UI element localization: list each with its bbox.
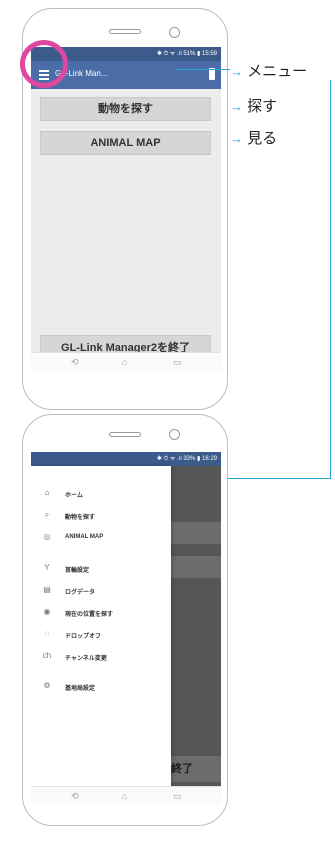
annotation-search: → 探す — [230, 95, 277, 116]
channel-icon: ch — [42, 651, 52, 660]
dimmed-exit-button: 終了 — [171, 756, 221, 782]
right-arrow-icon: → — [230, 131, 243, 146]
right-arrow-icon: → — [230, 99, 243, 114]
annotation-view: → 見る — [230, 127, 277, 148]
status-bar: ✱ ⏱ ᯤ .ıl 33% ▮ 16:29 — [31, 452, 221, 466]
menu-item-label: ドロップオフ — [65, 634, 102, 640]
menu-item-home[interactable]: ⌂ ホーム — [31, 486, 171, 502]
camera — [169, 429, 180, 440]
antenna-icon: Y — [44, 563, 50, 572]
menu-item-label: ログデータ — [65, 590, 96, 596]
speaker — [109, 29, 141, 34]
screen-bottom: ✱ ⏱ ᯤ .ıl 33% ▮ 16:29 終了 ⌂ ホーム ⌕ 動物を探す ◎… — [31, 452, 221, 805]
screen-top: ✱ ⏱ ᯤ .ıl 51% ▮ 15:59 GL-Link Man... 動物を… — [31, 47, 221, 371]
exit-partial-label: 終了 — [171, 763, 193, 775]
annotation-menu-label: メニュー — [247, 63, 308, 80]
dimmed-button-1 — [171, 522, 221, 544]
navigation-drawer: ⌂ ホーム ⌕ 動物を探す ◎ ANIMAL MAP Y 首輪設定 ▤ ログデー… — [31, 466, 171, 787]
drop-off-icon: ◌ — [44, 629, 50, 638]
speaker — [109, 432, 141, 437]
menu-item-channel-change[interactable]: ch チャンネル変更 — [31, 649, 171, 665]
menu-item-drop-off[interactable]: ◌ ドロップオフ — [31, 627, 171, 643]
phone-frame-bottom: ✱ ⏱ ᯤ .ıl 33% ▮ 16:29 終了 ⌂ ホーム ⌕ 動物を探す ◎… — [22, 414, 228, 826]
menu-item-label: ANIMAL MAP — [65, 534, 104, 540]
system-nav-bar: ⟲ ⌂ ▭ — [31, 786, 221, 805]
home-icon[interactable]: ⌂ — [122, 791, 127, 801]
system-nav-bar: ⟲ ⌂ ▭ — [31, 352, 221, 371]
location-pin-icon: ◉ — [43, 607, 51, 616]
menu-item-label: 首輪設定 — [65, 568, 90, 574]
menu-item-base-station-settings[interactable]: ⚙ 基地局設定 — [31, 679, 171, 695]
recents-icon[interactable]: ▭ — [173, 357, 182, 368]
home-icon[interactable]: ⌂ — [122, 357, 127, 367]
eye-icon: ◎ — [43, 532, 51, 541]
recents-icon[interactable]: ▭ — [173, 791, 182, 802]
menu-item-search-animals[interactable]: ⌕ 動物を探す — [31, 508, 171, 524]
gear-icon: ⚙ — [43, 681, 51, 690]
menu-item-label: 現在の位置を探す — [65, 612, 114, 618]
home-icon: ⌂ — [44, 488, 50, 497]
search-animals-button[interactable]: 動物を探す — [40, 97, 211, 121]
menu-item-label: チャンネル変更 — [65, 656, 107, 662]
menu-item-collar-settings[interactable]: Y 首輪設定 — [31, 561, 171, 577]
menu-item-animal-map[interactable]: ◎ ANIMAL MAP — [31, 530, 171, 546]
annotation-search-label: 探す — [247, 98, 278, 115]
animal-map-button[interactable]: ANIMAL MAP — [40, 131, 211, 155]
menu-item-label: 動物を探す — [65, 515, 96, 521]
connector-line — [175, 69, 230, 70]
menu-item-label: ホーム — [65, 493, 83, 499]
back-icon[interactable]: ⟲ — [71, 791, 79, 802]
highlight-circle — [20, 40, 68, 88]
menu-item-label: 基地局設定 — [65, 686, 96, 692]
menu-item-find-location[interactable]: ◉ 現在の位置を探す — [31, 605, 171, 621]
right-arrow-icon: → — [230, 64, 243, 79]
binoculars-icon: ⌕ — [44, 510, 50, 519]
dimmed-content[interactable]: 終了 — [171, 466, 221, 787]
back-icon[interactable]: ⟲ — [71, 357, 79, 368]
menu-item-log-data[interactable]: ▤ ログデータ — [31, 583, 171, 599]
document-icon: ▤ — [43, 585, 51, 594]
camera — [169, 27, 180, 38]
annotation-menu: → メニュー — [230, 60, 307, 81]
annotation-view-label: 見る — [247, 130, 278, 147]
dimmed-button-2 — [171, 556, 221, 578]
connector-vertical — [330, 80, 331, 478]
